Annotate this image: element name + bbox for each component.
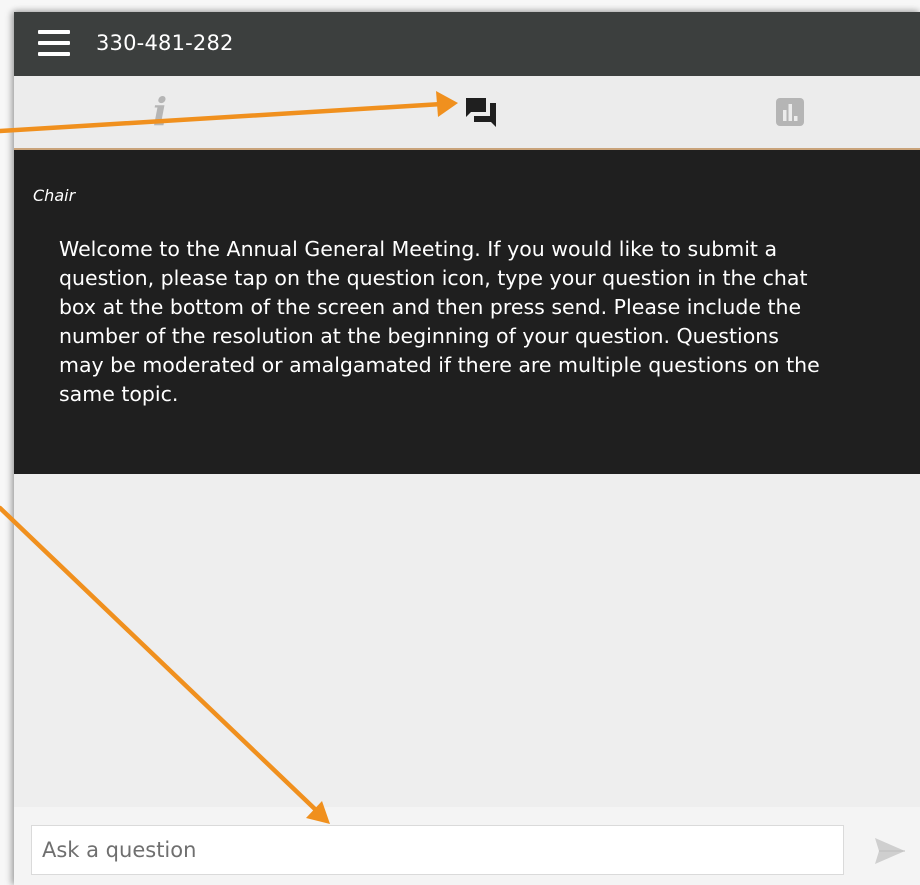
- app-header: 330-481-282: [14, 12, 920, 76]
- poll-icon: [776, 98, 804, 126]
- tab-bar: i: [14, 76, 920, 150]
- menu-icon[interactable]: [38, 30, 70, 56]
- message-sender: Chair: [33, 186, 76, 205]
- tab-chat[interactable]: [421, 76, 541, 148]
- composer-bar: [14, 807, 920, 885]
- message-bubble: Chair Welcome to the Annual General Meet…: [14, 150, 920, 474]
- info-icon: i: [152, 89, 168, 134]
- chat-icon: [466, 98, 496, 127]
- message-text: Welcome to the Annual General Meeting. I…: [59, 237, 820, 406]
- meeting-id: 330-481-282: [96, 31, 234, 55]
- tab-poll[interactable]: [730, 76, 850, 148]
- send-button[interactable]: [870, 833, 910, 869]
- send-icon: [875, 838, 905, 864]
- app-container: 330-481-282 i Chair Welcome to the Annua…: [14, 12, 920, 885]
- tab-info[interactable]: i: [100, 76, 220, 148]
- question-input[interactable]: [31, 825, 844, 875]
